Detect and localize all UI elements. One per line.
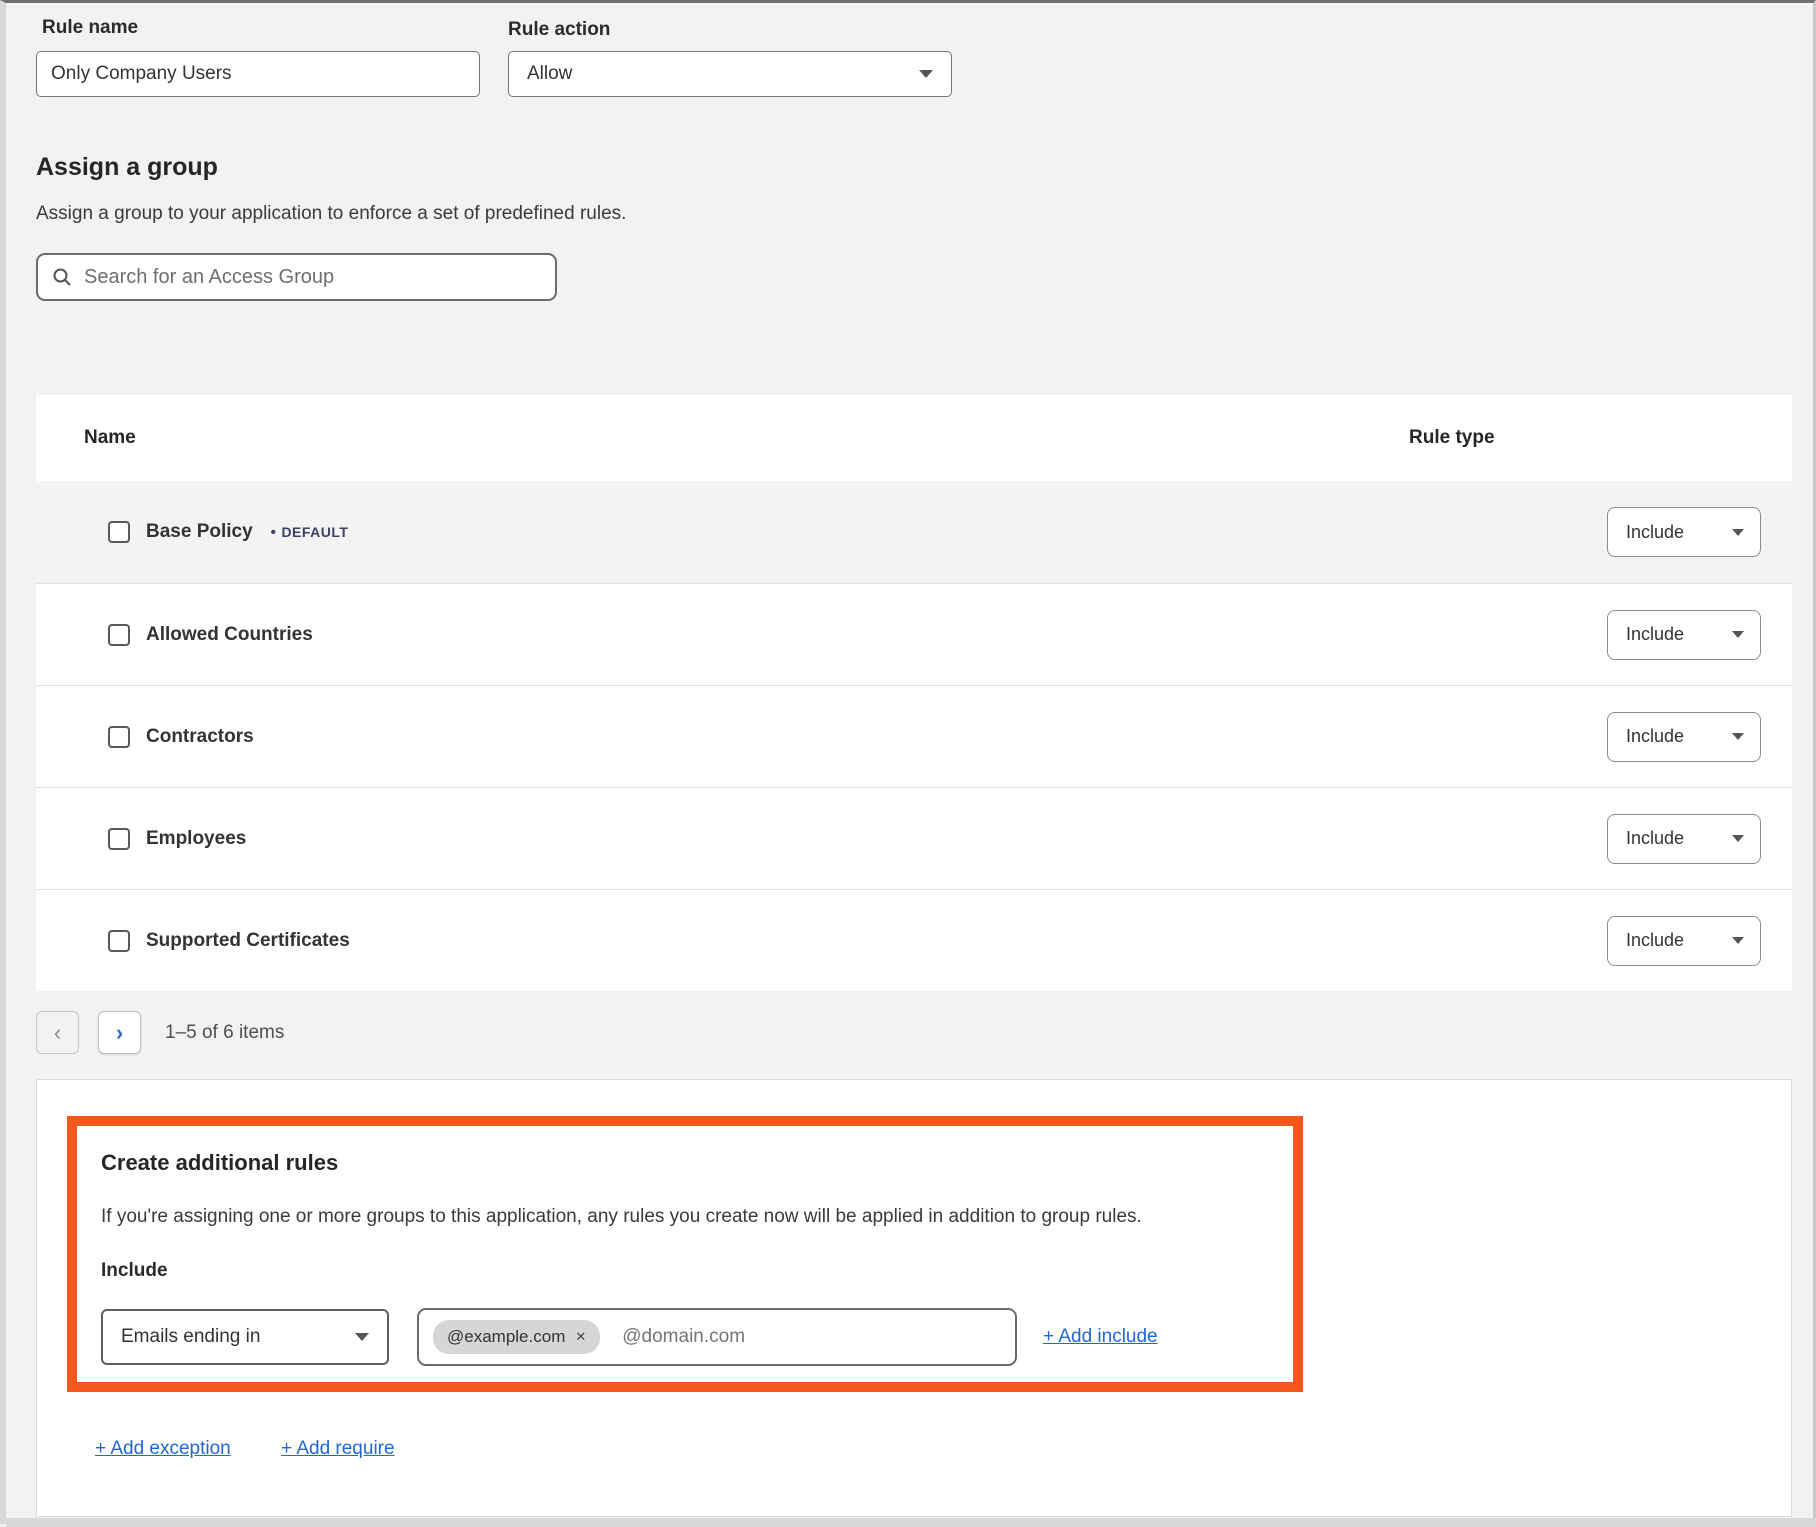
rule-selector[interactable]: Emails ending in: [101, 1309, 389, 1365]
row-name: Base Policy: [146, 521, 253, 543]
include-rule-row: Emails ending in @example.com ✕ @domain.…: [101, 1308, 1269, 1366]
rule-type-select[interactable]: Include: [1607, 712, 1761, 762]
default-badge: •DEFAULT: [271, 524, 349, 541]
table-row: Base Policy •DEFAULT Include: [36, 481, 1792, 583]
chevron-down-icon: [1732, 733, 1744, 740]
badge-dot: •: [271, 524, 277, 541]
table-row: Contractors Include: [36, 685, 1792, 787]
row-checkbox[interactable]: [108, 726, 130, 748]
column-header-name: Name: [36, 427, 1409, 449]
rule-action-select[interactable]: Allow: [508, 51, 952, 97]
chevron-down-icon: [1732, 937, 1744, 944]
search-icon: [52, 267, 72, 287]
create-rules-description: If you're assigning one or more groups t…: [101, 1206, 1269, 1228]
add-exception-link[interactable]: + Add exception: [95, 1438, 231, 1460]
row-name: Allowed Countries: [146, 624, 313, 646]
row-name: Employees: [146, 828, 246, 850]
chevron-left-icon: ‹: [54, 1020, 61, 1046]
chevron-down-icon: [919, 70, 933, 78]
rule-type-select[interactable]: Include: [1607, 916, 1761, 966]
access-group-search[interactable]: [36, 253, 557, 301]
rule-type-select[interactable]: Include: [1607, 507, 1761, 557]
assign-group-description: Assign a group to your application to en…: [36, 203, 626, 225]
rule-action-label: Rule action: [508, 19, 610, 41]
row-name: Contractors: [146, 726, 254, 748]
column-header-rule-type: Rule type: [1409, 427, 1792, 449]
create-rules-heading: Create additional rules: [101, 1150, 1269, 1176]
chevron-right-icon: ›: [116, 1020, 123, 1046]
chevron-down-icon: [355, 1333, 369, 1341]
chevron-down-icon: [1732, 835, 1744, 842]
table-row: Supported Certificates Include: [36, 889, 1792, 991]
rule-type-select[interactable]: Include: [1607, 610, 1761, 660]
email-input-placeholder: @domain.com: [622, 1326, 745, 1348]
next-page-button[interactable]: ›: [98, 1011, 141, 1054]
table-row: Allowed Countries Include: [36, 583, 1792, 685]
rule-action-value: Allow: [527, 63, 572, 85]
pagination-summary: 1–5 of 6 items: [165, 1022, 284, 1044]
access-group-table: Name Rule type Base Policy •DEFAULT Incl…: [36, 395, 1792, 991]
rule-selector-value: Emails ending in: [121, 1326, 260, 1348]
table-header-row: Name Rule type: [36, 395, 1792, 481]
search-input[interactable]: [84, 266, 541, 289]
table-row: Employees Include: [36, 787, 1792, 889]
rule-name-input[interactable]: [36, 51, 480, 97]
rule-name-label: Rule name: [42, 17, 138, 39]
add-require-link[interactable]: + Add require: [281, 1438, 395, 1460]
rule-type-select[interactable]: Include: [1607, 814, 1761, 864]
previous-page-button[interactable]: ‹: [36, 1011, 79, 1054]
pagination: ‹ › 1–5 of 6 items: [36, 1011, 284, 1054]
chevron-down-icon: [1732, 631, 1744, 638]
assign-group-heading: Assign a group: [36, 153, 218, 182]
include-label: Include: [101, 1260, 1269, 1282]
email-chip: @example.com ✕: [433, 1320, 600, 1354]
create-rules-card: Create additional rules If you're assign…: [36, 1079, 1792, 1517]
highlight-annotation-box: Create additional rules If you're assign…: [67, 1116, 1303, 1392]
row-checkbox[interactable]: [108, 521, 130, 543]
row-checkbox[interactable]: [108, 828, 130, 850]
chevron-down-icon: [1732, 529, 1744, 536]
email-domains-input[interactable]: @example.com ✕ @domain.com: [417, 1308, 1017, 1366]
bottom-frame: [6, 1518, 1816, 1527]
row-name: Supported Certificates: [146, 930, 350, 952]
add-include-link[interactable]: + Add include: [1043, 1326, 1158, 1348]
row-checkbox[interactable]: [108, 930, 130, 952]
remove-chip-icon[interactable]: ✕: [575, 1329, 586, 1345]
row-checkbox[interactable]: [108, 624, 130, 646]
